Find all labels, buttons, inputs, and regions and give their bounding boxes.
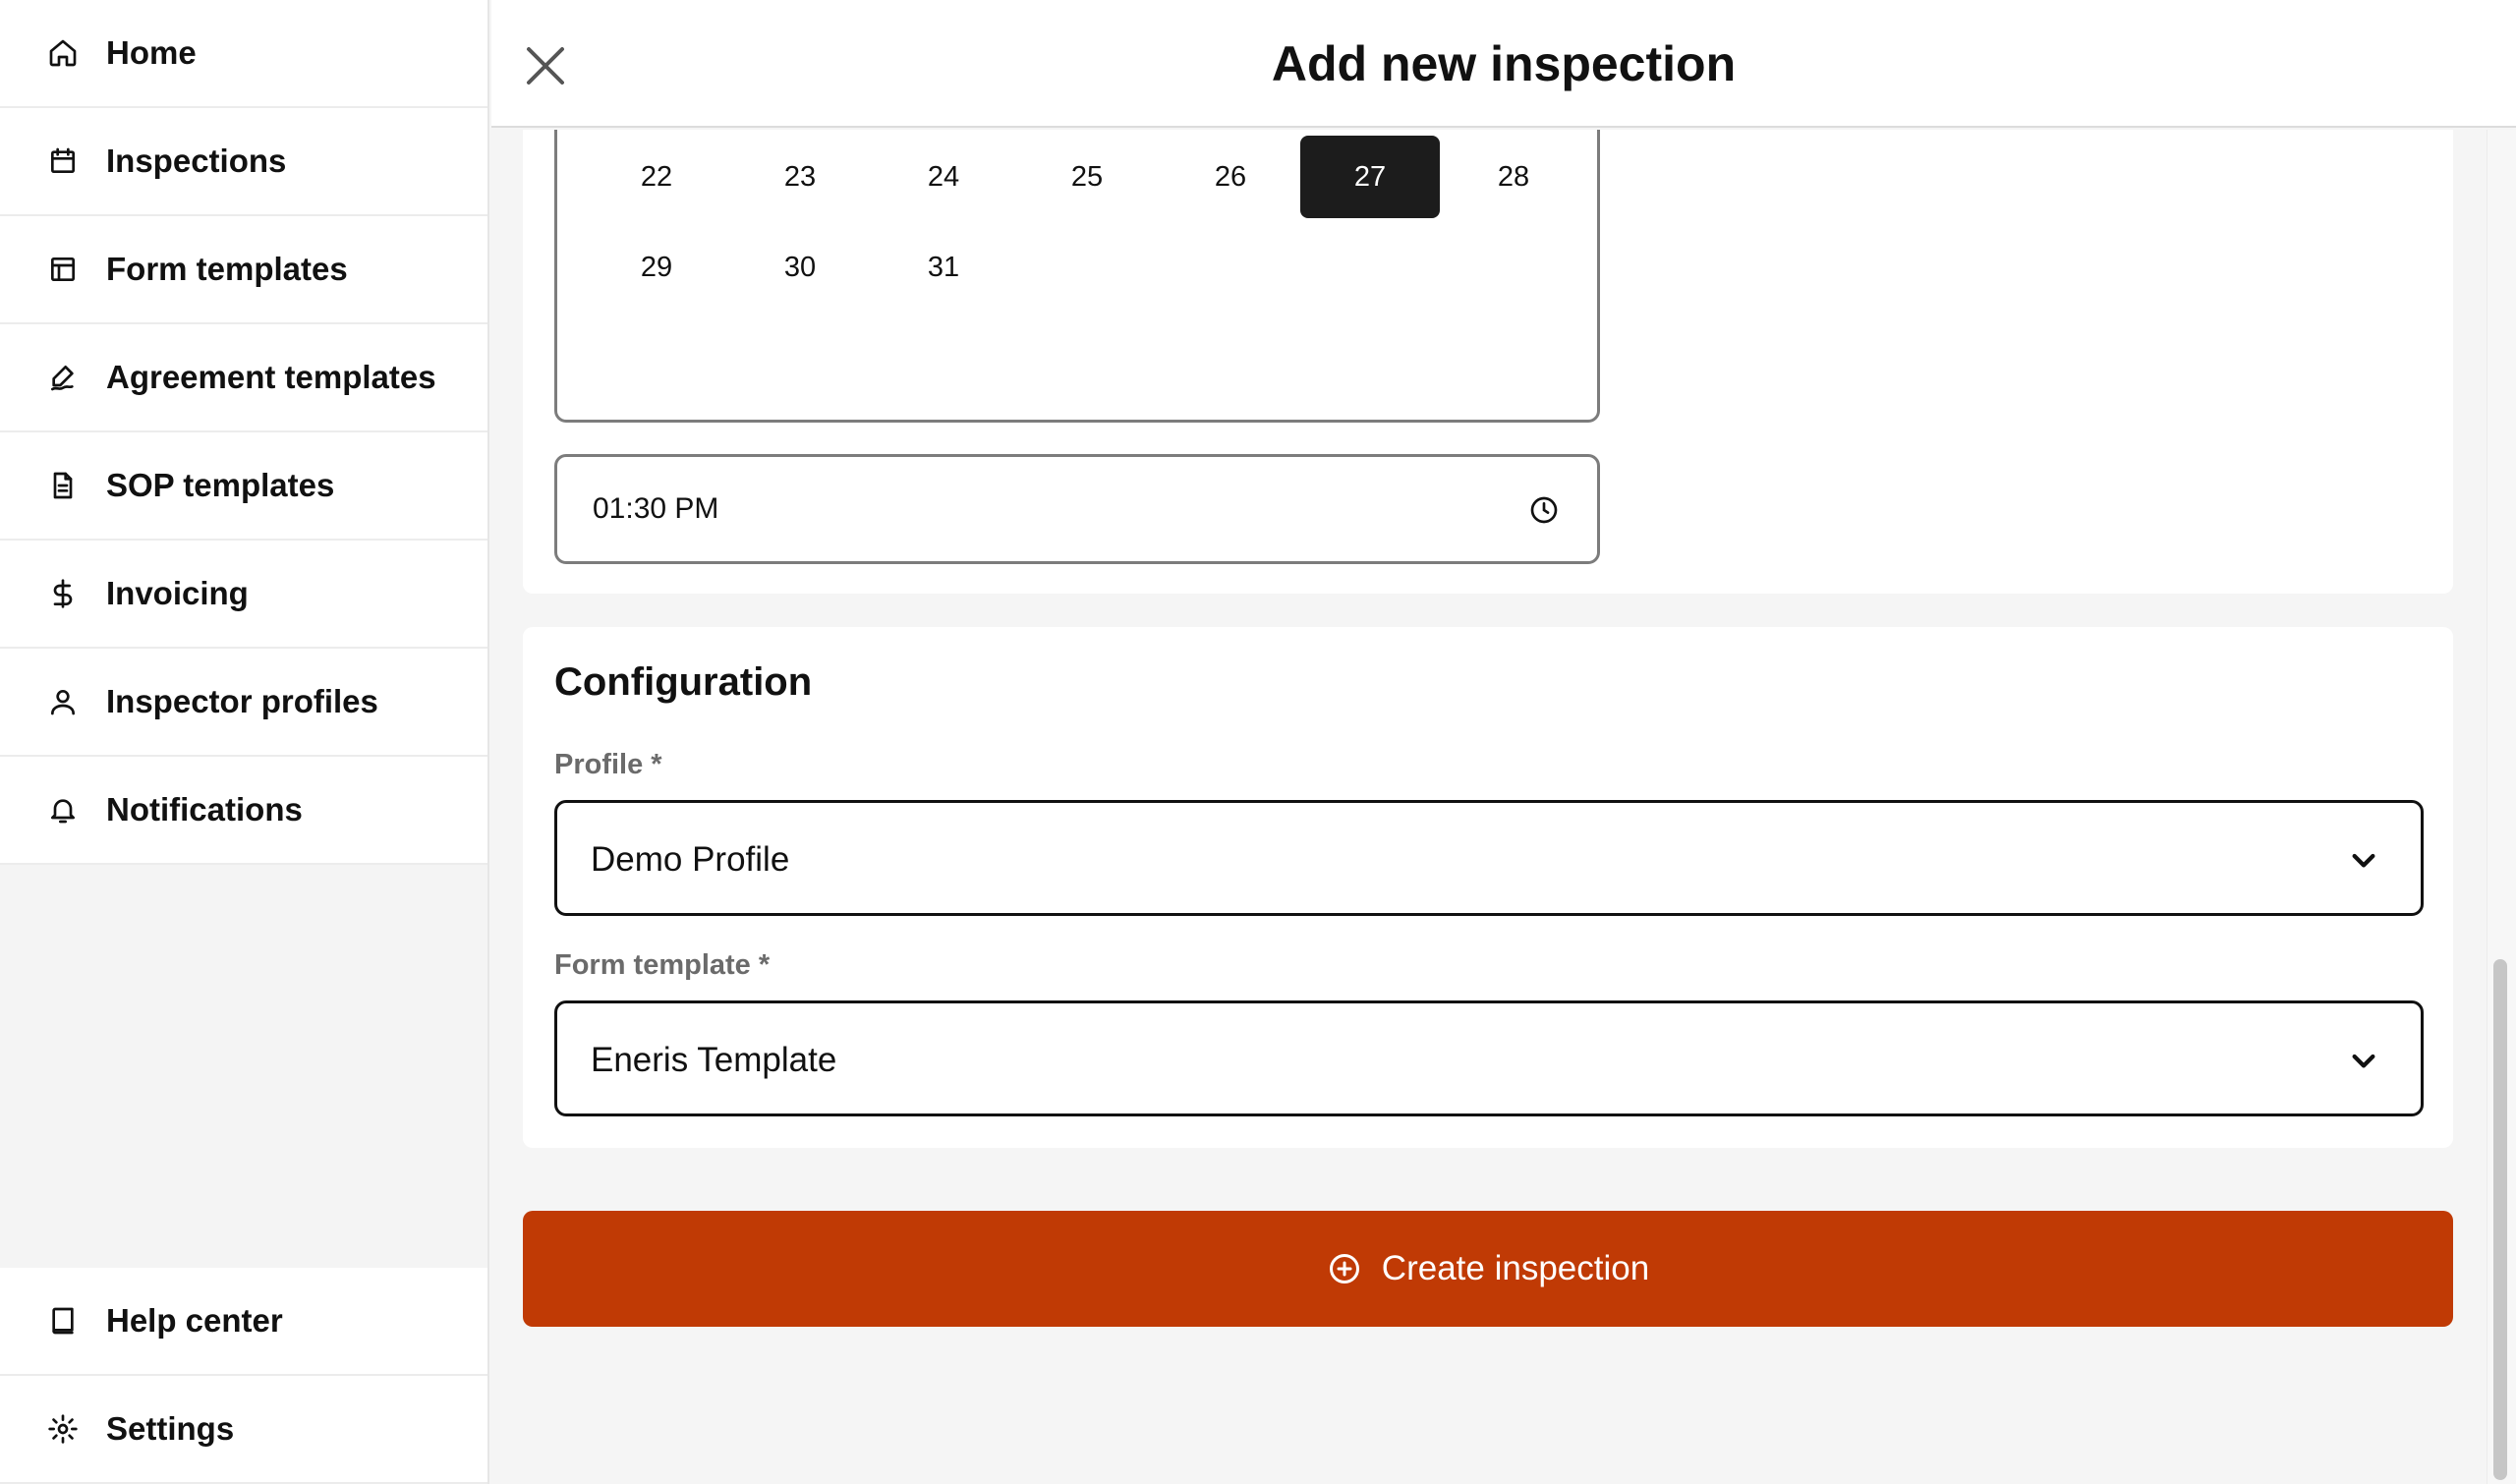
calendar-day[interactable]: 25 [1017, 136, 1157, 218]
calendar-day[interactable]: 22 [587, 136, 726, 218]
calendar-day[interactable]: 28 [1444, 136, 1583, 218]
sidebar-item-label: Inspector profiles [106, 683, 378, 719]
form-template-select[interactable]: Eneris Template [554, 1000, 2424, 1116]
calendar-day[interactable]: 30 [730, 226, 870, 309]
sidebar-item-notifications[interactable]: Notifications [0, 757, 487, 865]
sidebar-item-sop-templates[interactable]: SOP templates [0, 432, 487, 541]
time-input[interactable]: 01:30 PM [554, 454, 1600, 564]
calendar-day[interactable]: 23 [730, 136, 870, 218]
user-icon [45, 684, 81, 719]
time-value: 01:30 PM [593, 492, 719, 525]
create-inspection-label: Create inspection [1381, 1249, 1650, 1287]
layout-icon [45, 252, 81, 287]
chevron-down-icon [2348, 844, 2379, 876]
dollar-icon [45, 576, 81, 611]
plus-circle-icon [1327, 1251, 1362, 1286]
sidebar-item-label: SOP templates [106, 467, 335, 503]
sidebar-primary-nav: Home Inspections Form templates Agreemen… [0, 0, 487, 865]
sidebar-item-label: Agreement templates [106, 359, 436, 395]
form-template-selected-value: Eneris Template [591, 1041, 837, 1079]
clock-icon[interactable] [1528, 494, 1560, 526]
sidebar-item-agreement-templates[interactable]: Agreement templates [0, 324, 487, 432]
sidebar-item-label: Help center [106, 1302, 283, 1339]
create-inspection-button[interactable]: Create inspection [523, 1211, 2453, 1327]
sidebar-item-help-center[interactable]: Help center [0, 1268, 487, 1376]
calendar-day[interactable]: 31 [874, 226, 1013, 309]
calendar-day[interactable]: 29 [587, 226, 726, 309]
sidebar-secondary-nav: Help center Settings [0, 1268, 487, 1484]
sidebar-item-form-templates[interactable]: Form templates [0, 216, 487, 324]
form-template-label: Form template * [554, 949, 771, 981]
chevron-down-icon [2348, 1045, 2379, 1076]
app-root: Home Inspections Form templates Agreemen… [0, 0, 2516, 1484]
calendar-day-selected[interactable]: 27 [1300, 136, 1440, 218]
home-icon [45, 35, 81, 71]
configuration-title: Configuration [554, 660, 813, 704]
sidebar-item-label: Home [106, 34, 197, 71]
book-icon [45, 1303, 81, 1339]
bell-icon [45, 792, 81, 828]
sidebar-item-inspector-profiles[interactable]: Inspector profiles [0, 649, 487, 757]
page-title: Add new inspection [1271, 36, 1737, 91]
calendar-icon [45, 143, 81, 179]
sidebar-item-label: Invoicing [106, 575, 249, 611]
sidebar-item-label: Settings [106, 1410, 235, 1447]
calendar-day[interactable]: 26 [1161, 136, 1300, 218]
scrollbar-thumb[interactable] [2493, 959, 2507, 1480]
sidebar-item-inspections[interactable]: Inspections [0, 108, 487, 216]
signature-icon [45, 360, 81, 395]
sidebar-item-label: Inspections [106, 143, 287, 179]
document-icon [45, 468, 81, 503]
date-picker: 22 23 24 25 26 27 28 29 30 31 [554, 130, 1600, 423]
gear-icon [45, 1411, 81, 1447]
sidebar-item-invoicing[interactable]: Invoicing [0, 541, 487, 649]
profile-label: Profile * [554, 749, 662, 780]
calendar-day[interactable]: 24 [874, 136, 1013, 218]
sidebar-item-settings[interactable]: Settings [0, 1376, 487, 1484]
sidebar-item-label: Form templates [106, 251, 348, 287]
sidebar: Home Inspections Form templates Agreemen… [0, 0, 489, 1484]
sidebar-item-home[interactable]: Home [0, 0, 487, 108]
sidebar-item-label: Notifications [106, 791, 303, 828]
profile-select[interactable]: Demo Profile [554, 800, 2424, 916]
profile-selected-value: Demo Profile [591, 840, 790, 879]
